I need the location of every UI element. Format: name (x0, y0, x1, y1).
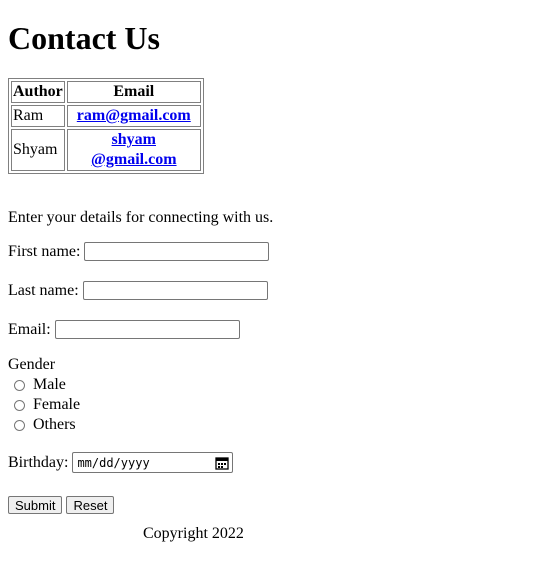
copyright-footer: Copyright 2022 (143, 525, 244, 542)
author-cell: Ram (11, 105, 65, 127)
birthday-placeholder: mm/dd/yyyy (77, 455, 150, 470)
gender-option-male[interactable]: Male (8, 375, 529, 395)
email-label: Email: (8, 320, 51, 338)
gender-label: Gender (8, 356, 56, 373)
reset-button[interactable]: Reset (66, 496, 115, 514)
male-label: Male (33, 376, 66, 393)
birthday-row: Birthday: mm/dd/yyyy (8, 451, 529, 474)
gender-option-others[interactable]: Others (8, 415, 529, 435)
form-intro: Enter your details for connecting with u… (8, 209, 274, 226)
birthday-label: Birthday: (8, 453, 69, 471)
email-cell: ram@gmail.com (66, 105, 201, 127)
others-radio[interactable] (14, 419, 25, 431)
female-radio[interactable] (14, 399, 25, 411)
author-cell: Shyam (11, 129, 65, 171)
female-label: Female (33, 396, 81, 413)
page: Contact Us Author Email Ram ram@gmail.co… (0, 0, 537, 514)
first-name-input[interactable] (84, 242, 270, 261)
table-header-row: Author Email (11, 81, 201, 103)
author-header: Author (11, 81, 65, 103)
last-name-label: Last name: (8, 281, 79, 299)
email-header: Email (66, 81, 201, 103)
calendar-icon[interactable] (215, 456, 230, 470)
gender-option-female[interactable]: Female (8, 395, 529, 415)
last-name-row: Last name: (8, 279, 529, 302)
last-name-input[interactable] (82, 281, 268, 300)
contacts-table: Author Email Ram ram@gmail.com Shyam shy… (8, 78, 204, 174)
male-radio[interactable] (14, 379, 25, 391)
page-title: Contact Us (8, 20, 160, 56)
email-row: Email: (8, 318, 529, 341)
first-name-label: First name: (8, 242, 81, 260)
email-link[interactable]: shyam @gmail.com (91, 131, 177, 168)
table-row: Ram ram@gmail.com (11, 105, 201, 127)
birthday-input[interactable]: mm/dd/yyyy (72, 452, 234, 473)
email-cell: shyam @gmail.com (66, 129, 201, 171)
submit-button[interactable]: Submit (8, 496, 63, 514)
others-label: Others (33, 416, 76, 433)
form-buttons: Submit Reset (8, 496, 529, 514)
first-name-row: First name: (8, 240, 529, 263)
table-row: Shyam shyam @gmail.com (11, 129, 201, 171)
email-link[interactable]: ram@gmail.com (77, 107, 191, 124)
email-input[interactable] (54, 320, 240, 339)
